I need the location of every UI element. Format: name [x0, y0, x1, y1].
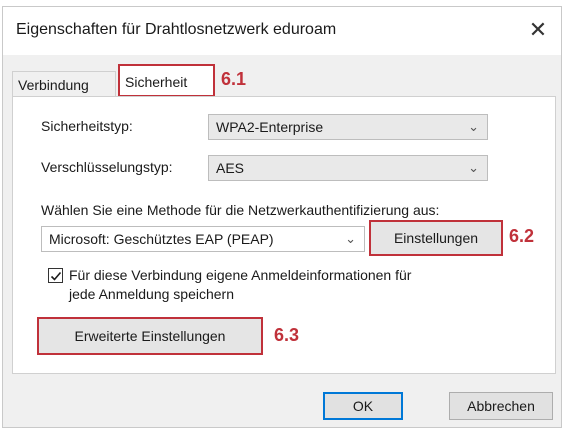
encryption-type-select[interactable]: AES ⌄: [208, 155, 488, 181]
dialog-title: Eigenschaften für Drahtlosnetzwerk eduro…: [16, 21, 337, 38]
close-icon[interactable]: ✕: [523, 15, 553, 45]
tab-sicherheit[interactable]: Sicherheit: [118, 64, 215, 97]
checkmark-icon: [50, 271, 62, 281]
callout-step-3: 6.3: [274, 325, 300, 345]
encryption-type-value: AES: [216, 160, 245, 176]
ok-button[interactable]: OK: [323, 392, 403, 420]
security-type-value: WPA2-Enterprise: [216, 119, 324, 135]
tab-verbindung[interactable]: Verbindung: [12, 71, 116, 97]
callout-step-2: 6.2: [509, 226, 535, 246]
auth-method-value: Microsoft: Geschütztes EAP (PEAP): [49, 231, 274, 247]
remember-credentials-line1: Für diese Verbindung eigene Anmeldeinfor…: [69, 267, 412, 283]
remember-credentials-checkbox[interactable]: [48, 268, 63, 283]
advanced-settings-button[interactable]: Erweiterte Einstellungen: [37, 317, 263, 355]
chevron-down-icon: ⌄: [468, 119, 479, 134]
security-type-label: Sicherheitstyp:: [41, 118, 133, 134]
security-type-select[interactable]: WPA2-Enterprise ⌄: [208, 114, 488, 140]
settings-button[interactable]: Einstellungen: [369, 220, 503, 256]
chevron-down-icon: ⌄: [345, 231, 356, 246]
encryption-type-label: Verschlüsselungstyp:: [41, 159, 173, 175]
chevron-down-icon: ⌄: [468, 160, 479, 175]
cancel-button[interactable]: Abbrechen: [449, 392, 553, 420]
title-bar: Eigenschaften für Drahtlosnetzwerk eduro…: [3, 7, 561, 55]
auth-method-select[interactable]: Microsoft: Geschütztes EAP (PEAP) ⌄: [41, 226, 365, 252]
auth-method-prompt: Wählen Sie eine Methode für die Netzwerk…: [41, 202, 440, 218]
remember-credentials-line2: jede Anmeldung speichern: [69, 286, 235, 302]
callout-step-1: 6.1: [221, 69, 247, 89]
properties-dialog: Eigenschaften für Drahtlosnetzwerk eduro…: [2, 6, 562, 428]
